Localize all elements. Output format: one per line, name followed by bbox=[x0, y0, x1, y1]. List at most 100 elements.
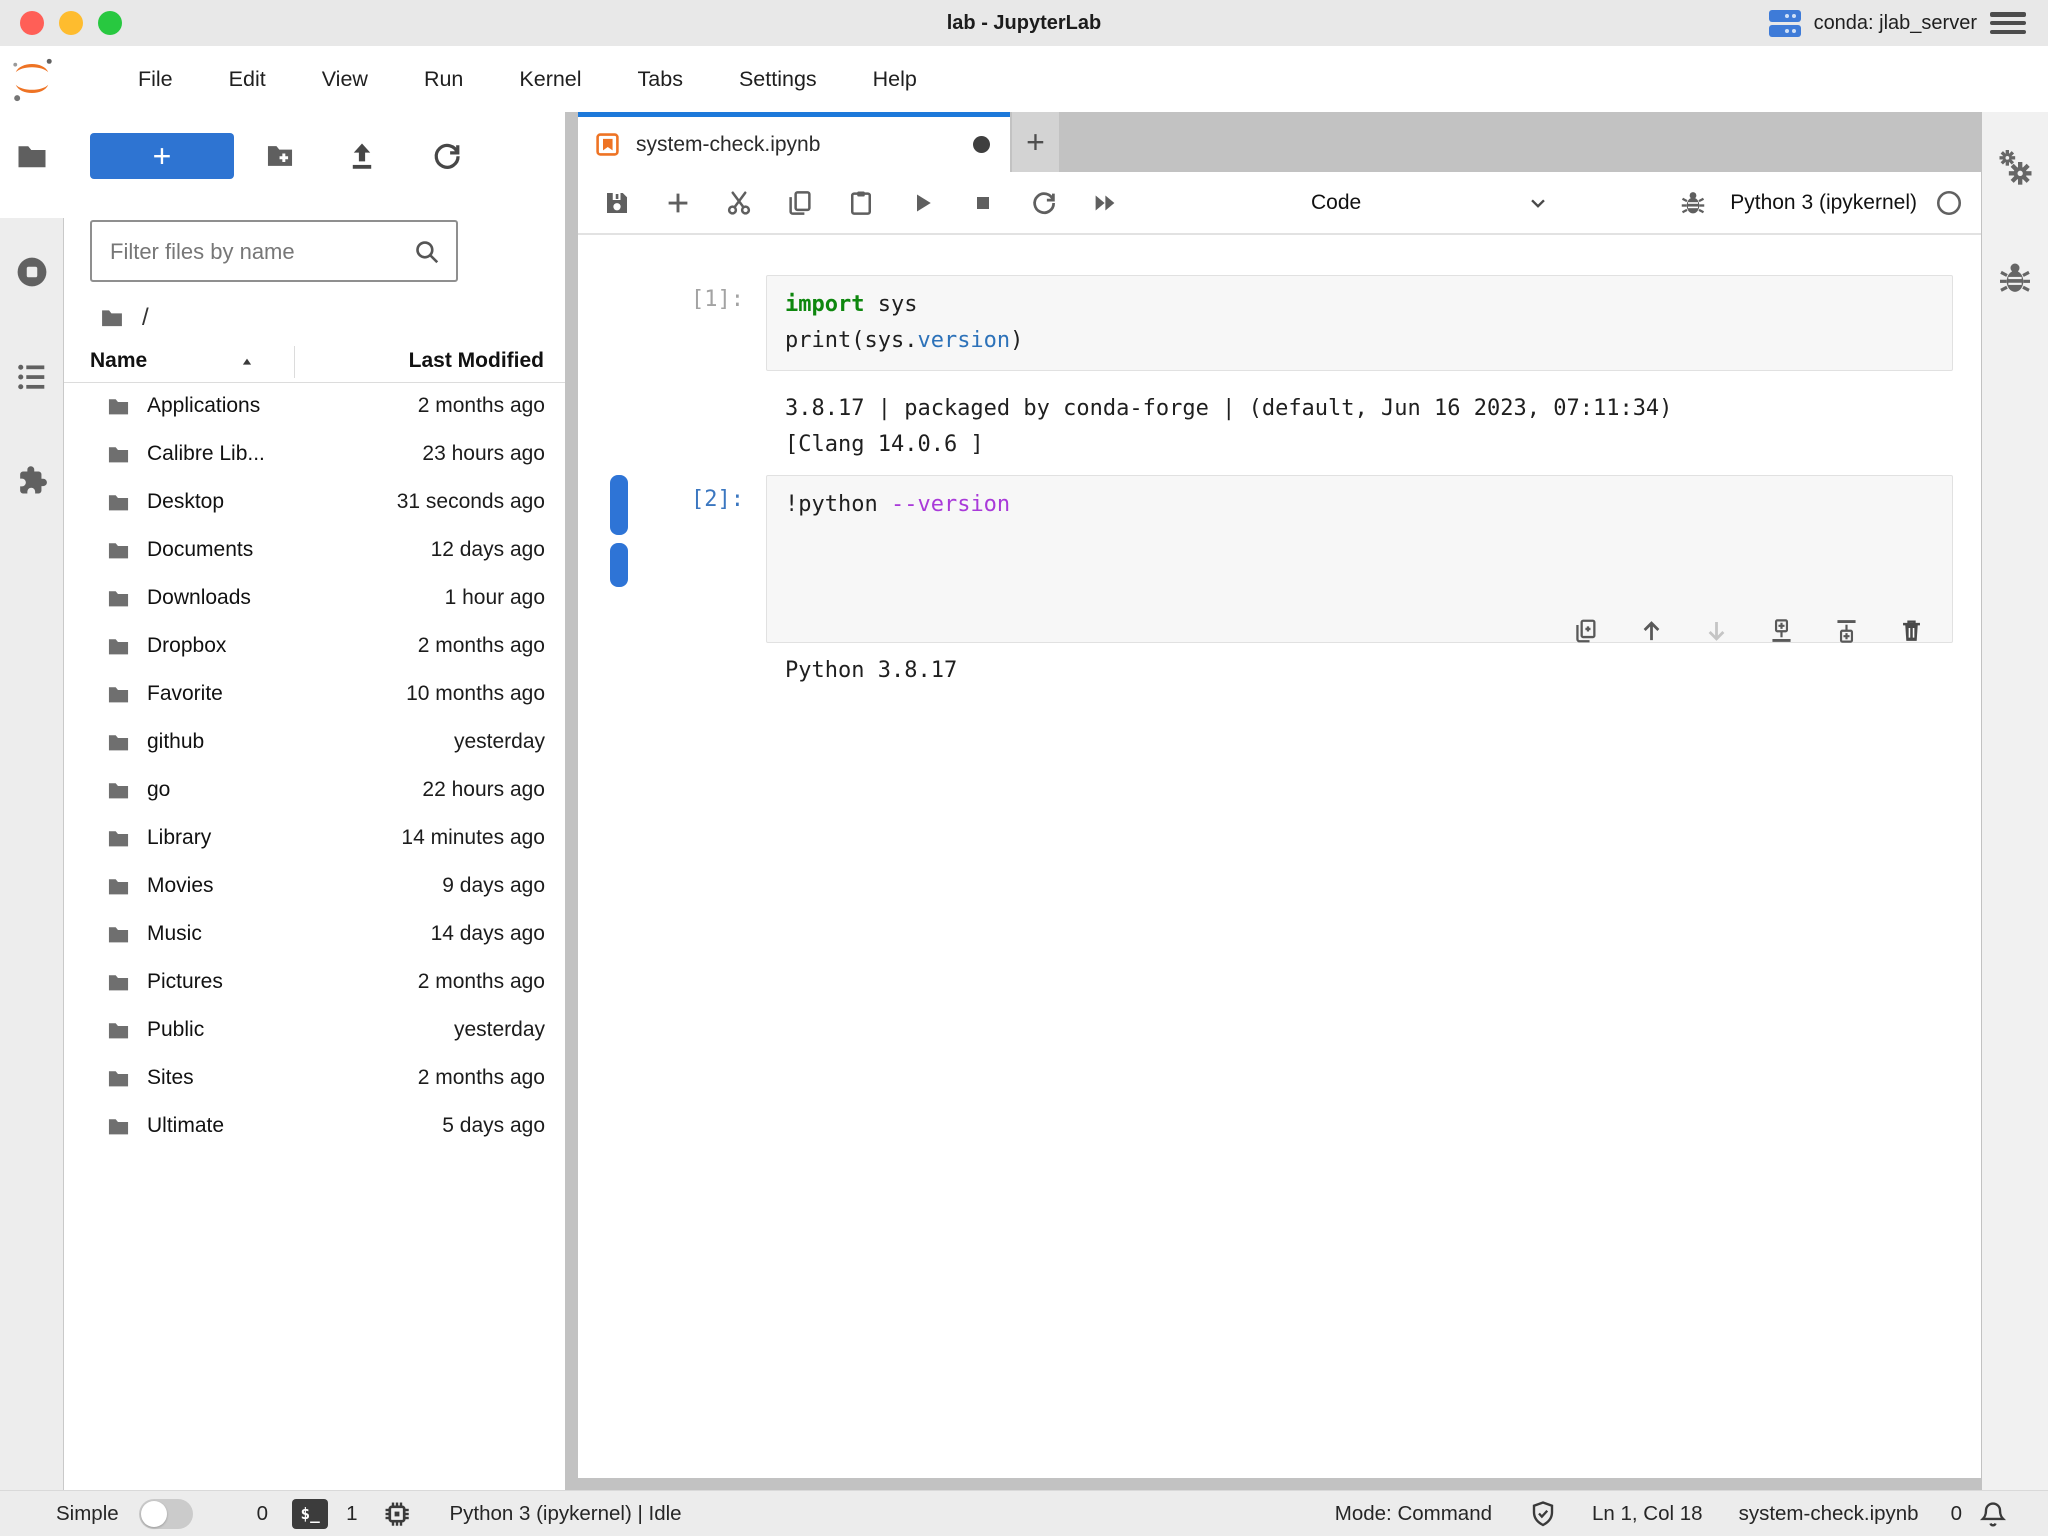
list-item[interactable]: Downloads 1 hour ago bbox=[64, 574, 565, 622]
tab-label: system-check.ipynb bbox=[636, 133, 820, 157]
window-titlebar: lab - JupyterLab conda: jlab_server bbox=[0, 0, 2048, 47]
list-item[interactable]: go 22 hours ago bbox=[64, 766, 565, 814]
extension-manager-tab-icon[interactable] bbox=[14, 463, 50, 499]
list-item[interactable]: Pictures 2 months ago bbox=[64, 958, 565, 1006]
column-header-modified[interactable]: Last Modified bbox=[409, 349, 544, 373]
folder-icon bbox=[105, 777, 132, 804]
folder-icon bbox=[105, 489, 132, 516]
duplicate-cell-icon[interactable] bbox=[1572, 545, 1601, 574]
server-icon bbox=[1769, 8, 1801, 38]
save-icon[interactable] bbox=[602, 188, 632, 218]
tab-system-check[interactable]: system-check.ipynb bbox=[578, 112, 1010, 172]
right-activity-bar bbox=[1981, 112, 2048, 1490]
new-launcher-button[interactable]: + bbox=[90, 133, 234, 179]
list-item[interactable]: Calibre Lib... 23 hours ago bbox=[64, 430, 565, 478]
list-item[interactable]: Favorite 10 months ago bbox=[64, 670, 565, 718]
file-browser-tab-icon[interactable] bbox=[14, 138, 50, 174]
code-cell-1: [1]: import sysprint(sys.version) bbox=[598, 275, 1953, 371]
window-title: lab - JupyterLab bbox=[0, 0, 2048, 46]
breadcrumb-root[interactable]: / bbox=[142, 304, 149, 332]
list-item[interactable]: Dropbox 2 months ago bbox=[64, 622, 565, 670]
menu-item[interactable]: Help bbox=[845, 67, 945, 92]
filter-files-input[interactable] bbox=[108, 222, 402, 282]
copy-icon[interactable] bbox=[785, 188, 815, 218]
simple-mode-toggle[interactable] bbox=[139, 1499, 193, 1529]
list-item[interactable]: Desktop 31 seconds ago bbox=[64, 478, 565, 526]
breadcrumb: / bbox=[98, 300, 149, 336]
cell-toolbar bbox=[1572, 545, 1926, 574]
bug-icon[interactable] bbox=[1678, 188, 1708, 218]
menu-item[interactable]: Run bbox=[396, 67, 491, 92]
home-folder-icon[interactable] bbox=[98, 304, 126, 332]
list-item[interactable]: github yesterday bbox=[64, 718, 565, 766]
folder-icon bbox=[105, 681, 132, 708]
file-modified: 9 days ago bbox=[442, 874, 545, 898]
code-cell-2: [2]: !python --version bbox=[598, 475, 1953, 689]
new-tab-button[interactable]: + bbox=[1012, 112, 1059, 172]
run-all-icon[interactable] bbox=[1090, 188, 1120, 218]
refresh-icon[interactable] bbox=[430, 139, 464, 173]
notebook-panel: Code Python 3 (ipykernel) [1]: bbox=[578, 172, 1981, 1478]
file-name: Favorite bbox=[147, 682, 406, 706]
file-name: Music bbox=[147, 922, 431, 946]
new-folder-icon[interactable] bbox=[263, 139, 297, 173]
menu-icon[interactable] bbox=[1990, 10, 2026, 36]
list-item[interactable]: Public yesterday bbox=[64, 1006, 565, 1054]
file-modified: 2 months ago bbox=[418, 634, 545, 658]
terminal-icon: $_ bbox=[292, 1499, 328, 1529]
stop-icon[interactable] bbox=[968, 188, 998, 218]
debugger-bug-icon[interactable] bbox=[1995, 258, 2035, 298]
move-up-icon[interactable] bbox=[1637, 545, 1666, 574]
kernel-name[interactable]: Python 3 (ipykernel) bbox=[1730, 191, 1917, 215]
execution-count: [1]: bbox=[628, 275, 766, 371]
table-of-contents-tab-icon[interactable] bbox=[14, 359, 50, 395]
delete-cell-icon[interactable] bbox=[1897, 545, 1926, 574]
property-inspector-gears-icon[interactable] bbox=[1995, 148, 2035, 188]
code-line: import sys bbox=[785, 287, 1934, 323]
cursor-position: Ln 1, Col 18 bbox=[1592, 1502, 1703, 1526]
run-icon[interactable] bbox=[907, 188, 937, 218]
menu-item[interactable]: Tabs bbox=[610, 67, 711, 92]
file-name: go bbox=[147, 778, 422, 802]
folder-icon bbox=[105, 537, 132, 564]
server-label: conda: jlab_server bbox=[1814, 12, 1977, 35]
file-modified: 10 months ago bbox=[406, 682, 545, 706]
file-name: Movies bbox=[147, 874, 442, 898]
list-item[interactable]: Documents 12 days ago bbox=[64, 526, 565, 574]
code-line: !python --version bbox=[785, 487, 1934, 523]
list-item[interactable]: Library 14 minutes ago bbox=[64, 814, 565, 862]
list-item[interactable]: Sites 2 months ago bbox=[64, 1054, 565, 1102]
folder-icon bbox=[105, 825, 132, 852]
menu-item[interactable]: Settings bbox=[711, 67, 845, 92]
upload-icon[interactable] bbox=[345, 139, 379, 173]
list-item[interactable]: Applications 2 months ago bbox=[64, 382, 565, 430]
chevron-down-icon bbox=[1525, 190, 1551, 216]
unsaved-changes-dot[interactable] bbox=[973, 136, 990, 153]
column-header-name[interactable]: Name bbox=[90, 349, 147, 373]
menu-item[interactable]: View bbox=[294, 67, 396, 92]
insert-below-icon[interactable] bbox=[1832, 545, 1861, 574]
list-item[interactable]: Music 14 days ago bbox=[64, 910, 565, 958]
list-item[interactable]: Ultimate 5 days ago bbox=[64, 1102, 565, 1150]
paste-icon[interactable] bbox=[846, 188, 876, 218]
insert-above-icon[interactable] bbox=[1767, 545, 1796, 574]
bell-icon[interactable] bbox=[1978, 1499, 2008, 1529]
cell-1-editor[interactable]: import sysprint(sys.version) bbox=[766, 275, 1953, 371]
cut-icon[interactable] bbox=[724, 188, 754, 218]
list-item[interactable]: Movies 9 days ago bbox=[64, 862, 565, 910]
restart-kernel-icon[interactable] bbox=[1029, 188, 1059, 218]
cell-type-dropdown[interactable]: Code bbox=[1311, 190, 1551, 216]
add-cell-icon[interactable] bbox=[663, 188, 693, 218]
menu-item[interactable]: Edit bbox=[201, 67, 294, 92]
move-down-icon[interactable] bbox=[1702, 545, 1731, 574]
input-collapser[interactable] bbox=[610, 475, 628, 535]
menu-item[interactable]: File bbox=[110, 67, 201, 92]
cell-2-editor[interactable]: !python --version bbox=[766, 475, 1953, 643]
cell-1-output-area: 3.8.17 | packaged by conda-forge | (defa… bbox=[598, 381, 1953, 463]
file-modified: 22 hours ago bbox=[422, 778, 545, 802]
menu-item[interactable]: Kernel bbox=[491, 67, 609, 92]
file-name: Library bbox=[147, 826, 401, 850]
running-kernels-tab-icon[interactable] bbox=[14, 254, 50, 290]
output-collapser[interactable] bbox=[610, 543, 628, 587]
file-modified: 2 months ago bbox=[418, 1066, 545, 1090]
